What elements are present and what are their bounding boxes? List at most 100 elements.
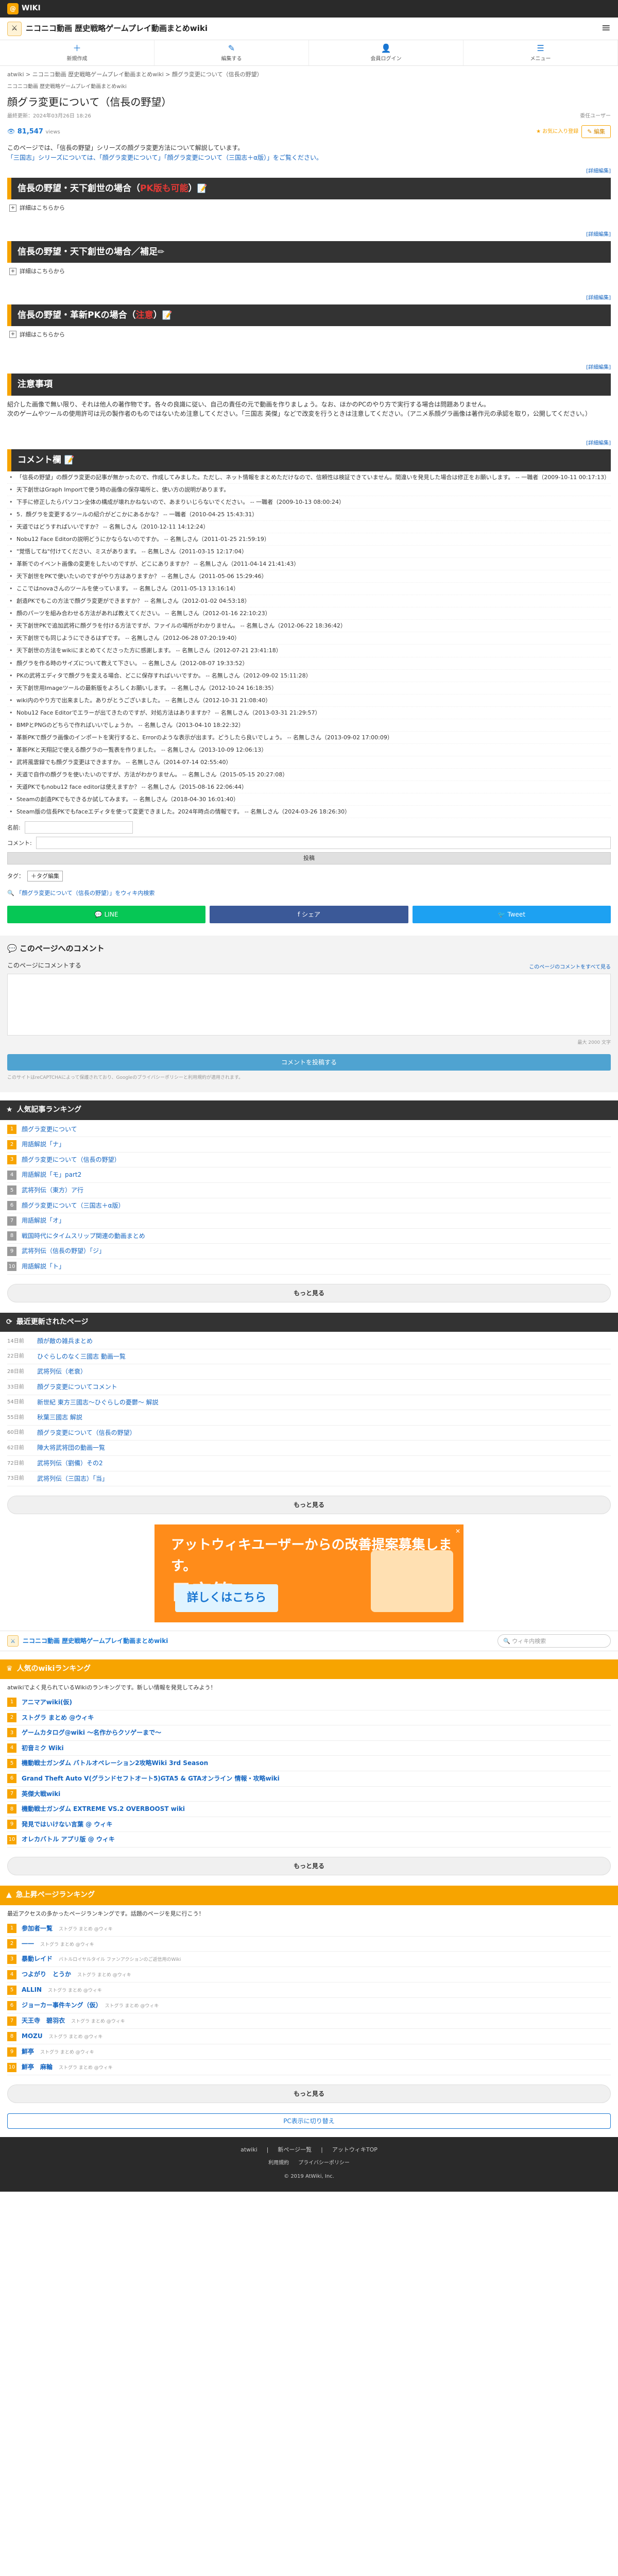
list-item[interactable]: 8 MOZU ストグラ まとめ @ウィキ bbox=[7, 2029, 611, 2045]
list-item[interactable]: 4 初音ミク Wiki bbox=[7, 1741, 611, 1756]
close-icon[interactable]: ✕ bbox=[455, 1527, 460, 1536]
hot-more-button[interactable]: もっと見る bbox=[7, 2084, 611, 2103]
list-item[interactable]: 9 武将列伝（信長の野望）「ジ」 bbox=[7, 1244, 611, 1259]
list-item[interactable]: 4 つよがり とうか ストグラ まとめ @ウィキ bbox=[7, 1967, 611, 1983]
line-share-button[interactable]: 💬 LINE bbox=[7, 906, 206, 924]
list-item[interactable]: 7 天王寺 碧羽衣 ストグラ まとめ @ウィキ bbox=[7, 2013, 611, 2029]
atwiki-more-button[interactable]: もっと見る bbox=[7, 1856, 611, 1875]
nav-menu[interactable]: ☰ メニュー bbox=[464, 40, 618, 65]
edit-button[interactable]: ✎ 編集 bbox=[581, 125, 611, 139]
list-item[interactable]: 2 ストグラ まとめ @ウィキ bbox=[7, 1710, 611, 1726]
list-item[interactable]: 54日前 新世紀 東方三國志〜ひぐらしの憂鬱〜 解説 bbox=[7, 1395, 611, 1411]
list-item[interactable]: 22日前 ひぐらしのなく三國志 動画一覧 bbox=[7, 1349, 611, 1365]
site-title[interactable]: ニコニコ動画 歴史戦略ゲームプレイ動画まとめwiki bbox=[26, 23, 208, 35]
footer-link-atwiki[interactable]: atwiki bbox=[241, 2145, 258, 2154]
list-item[interactable]: 10 鮮亭 麻輪 ストグラ まとめ @ウィキ bbox=[7, 2060, 611, 2075]
recent-link[interactable]: 新世紀 東方三國志〜ひぐらしの憂鬱〜 解説 bbox=[37, 1398, 159, 1408]
list-item[interactable]: 72日前 武将列伝（劉備）その2 bbox=[7, 1456, 611, 1471]
pc-view-button[interactable]: PC表示に切り替え bbox=[7, 2113, 611, 2129]
list-item[interactable]: 2 一一 ストグラ まとめ @ウィキ bbox=[7, 1937, 611, 1952]
recent-link[interactable]: 秋葉三國志 解説 bbox=[37, 1413, 82, 1422]
post-button[interactable]: 投稿 bbox=[7, 852, 611, 865]
hot-page-link[interactable]: ALLIN bbox=[22, 1986, 42, 1993]
site-title-bar[interactable]: ニコニコ動画 歴史戦略ゲームプレイ動画まとめwiki bbox=[23, 1636, 168, 1646]
list-item[interactable]: 5 機動戦士ガンダム バトルオペレーション2攻略Wiki 3rd Season bbox=[7, 1756, 611, 1771]
breadcrumb[interactable]: atwiki > ニコニコ動画 歴史戦略ゲームプレイ動画まとめwiki > 顔グ… bbox=[0, 66, 618, 83]
list-item[interactable]: 9 発見ではいけない言葉 @ ウィキ bbox=[7, 1817, 611, 1833]
tag-edit-button[interactable]: ＋タグ編集 bbox=[27, 871, 63, 882]
footer-privacy[interactable]: プライバシーポリシー bbox=[298, 2159, 350, 2167]
comment-input[interactable] bbox=[36, 837, 611, 850]
wiki-link[interactable]: 英傑大戦wiki bbox=[22, 1789, 60, 1799]
recent-link[interactable]: 武将列伝（三国志）「当」 bbox=[37, 1474, 108, 1484]
nav-login[interactable]: 👤 会員ログイン bbox=[309, 40, 464, 65]
rank-link[interactable]: 用語解説「ナ」 bbox=[22, 1140, 65, 1149]
list-item[interactable]: 7 用語解説「オ」 bbox=[7, 1213, 611, 1229]
page-owner[interactable]: 委任ユーザー bbox=[580, 112, 611, 121]
recent-more-button[interactable]: もっと見る bbox=[7, 1496, 611, 1515]
list-item[interactable]: 55日前 秋葉三國志 解説 bbox=[7, 1410, 611, 1426]
list-item[interactable]: 10 オレカバトル アプリ版 @ ウィキ bbox=[7, 1832, 611, 1848]
submit-comment-button[interactable]: コメントを投稿する bbox=[7, 1054, 611, 1071]
footer-link-top[interactable]: アットウィキTOP bbox=[332, 2145, 377, 2154]
wiki-link[interactable]: Grand Theft Auto V(グランドセフトオート5)GTA5 & GT… bbox=[22, 1774, 280, 1784]
fold-toggle-1[interactable]: + 詳細はこちらから bbox=[9, 204, 609, 212]
list-item[interactable]: 8 戦国時代にタイムスリップ関連の動画まとめ bbox=[7, 1229, 611, 1244]
list-item[interactable]: 6 ジョーカー事件キング（仮） ストグラ まとめ @ウィキ bbox=[7, 1998, 611, 2014]
list-item[interactable]: 1 参加者一覧 ストグラ まとめ @ウィキ bbox=[7, 1921, 611, 1937]
list-item[interactable]: 3 顔グラ変更について（信長の野望） bbox=[7, 1153, 611, 1168]
nav-edit[interactable]: ✎ 編集する bbox=[154, 40, 309, 65]
popular-more-button[interactable]: もっと見る bbox=[7, 1283, 611, 1302]
wiki-link[interactable]: アニマアwiki(仮) bbox=[22, 1698, 72, 1707]
list-item[interactable]: 28日前 武将列伝（老衰） bbox=[7, 1364, 611, 1380]
list-item[interactable]: 33日前 顔グラ変更についてコメント bbox=[7, 1380, 611, 1395]
wiki-link[interactable]: 初音ミク Wiki bbox=[22, 1743, 64, 1753]
hot-page-link[interactable]: 暴動レイド bbox=[22, 1955, 53, 1962]
list-item[interactable]: 5 武将列伝（東方）ア行 bbox=[7, 1183, 611, 1198]
favorite-link[interactable]: ★ お気に入り登録 bbox=[536, 128, 578, 136]
list-item[interactable]: 1 顔グラ変更について bbox=[7, 1122, 611, 1138]
rank-link[interactable]: 顔グラ変更について bbox=[22, 1125, 77, 1134]
recent-link[interactable]: ひぐらしのなく三國志 動画一覧 bbox=[37, 1352, 126, 1362]
wiki-link[interactable]: 発見ではいけない言葉 @ ウィキ bbox=[22, 1820, 112, 1829]
rank-link[interactable]: 顔グラ変更について（三国志＋α版） bbox=[22, 1201, 125, 1211]
list-item[interactable]: 6 Grand Theft Auto V(グランドセフトオート5)GTA5 & G… bbox=[7, 1771, 611, 1787]
recent-link[interactable]: 武将列伝（老衰） bbox=[37, 1367, 87, 1377]
rank-link[interactable]: 武将列伝（東方）ア行 bbox=[22, 1185, 83, 1195]
list-item[interactable]: 6 顔グラ変更について（三国志＋α版） bbox=[7, 1198, 611, 1214]
rank-link[interactable]: 顔グラ変更について（信長の野望） bbox=[22, 1155, 121, 1165]
list-item[interactable]: 4 用語解説「モ」part2 bbox=[7, 1167, 611, 1183]
recent-link[interactable]: 武将列伝（劉備）その2 bbox=[37, 1459, 103, 1468]
hot-page-link[interactable]: つよがり とうか bbox=[22, 1971, 71, 1978]
footer-link-new[interactable]: 新ページ一覧 bbox=[278, 2145, 312, 2154]
search-input[interactable]: 🔍 ウィキ内検索 bbox=[497, 1634, 611, 1648]
list-item[interactable]: 1 アニマアwiki(仮) bbox=[7, 1695, 611, 1710]
list-item[interactable]: 7 英傑大戦wiki bbox=[7, 1787, 611, 1802]
rank-link[interactable]: 用語解説「モ」part2 bbox=[22, 1170, 81, 1180]
hot-page-link[interactable]: 天王寺 碧羽衣 bbox=[22, 2017, 65, 2024]
list-item[interactable]: 73日前 武将列伝（三国志）「当」 bbox=[7, 1471, 611, 1487]
ad-details-button[interactable]: 詳しくはこちら bbox=[175, 1584, 278, 1613]
fold-toggle-2[interactable]: + 詳細はこちらから bbox=[9, 267, 609, 276]
section-edit-link[interactable]: [詳細編集] bbox=[586, 232, 611, 238]
list-item[interactable]: 62日前 陣大将武将団の動画一覧 bbox=[7, 1440, 611, 1456]
atwiki-logo[interactable]: @ WIKI bbox=[7, 3, 41, 14]
wiki-link[interactable]: オレカバトル アプリ版 @ ウィキ bbox=[22, 1835, 115, 1844]
hot-page-link[interactable]: 鮮亭 bbox=[22, 2048, 34, 2055]
hot-page-link[interactable]: MOZU bbox=[22, 2032, 43, 2040]
fold-toggle-3[interactable]: + 詳細はこちらから bbox=[9, 330, 609, 339]
wiki-link[interactable]: ゲームカタログ@wiki 〜名作からクソゲーまで〜 bbox=[22, 1728, 161, 1738]
section-edit-link[interactable]: [詳細編集] bbox=[586, 440, 611, 446]
footer-terms[interactable]: 利用規約 bbox=[268, 2159, 289, 2167]
twitter-share-button[interactable]: 🐦 Tweet bbox=[412, 906, 611, 924]
rank-link[interactable]: 用語解説「オ」 bbox=[22, 1216, 65, 1226]
section-edit-link[interactable]: [詳細編集] bbox=[586, 295, 611, 301]
hot-page-link[interactable]: ジョーカー事件キング（仮） bbox=[22, 2002, 99, 2009]
list-item[interactable]: 2 用語解説「ナ」 bbox=[7, 1137, 611, 1153]
hamburger-icon[interactable]: ≡ bbox=[602, 20, 611, 37]
page-comment-textarea[interactable] bbox=[7, 974, 611, 1036]
list-item[interactable]: 9 鮮亭 ストグラ まとめ @ウィキ bbox=[7, 2044, 611, 2060]
recent-link[interactable]: 顔グラ変更について（信長の野望） bbox=[37, 1428, 136, 1438]
name-input[interactable] bbox=[24, 821, 133, 834]
breadcrumb-site[interactable]: ニコニコ動画 歴史戦略ゲームプレイ動画まとめwiki bbox=[7, 83, 611, 91]
